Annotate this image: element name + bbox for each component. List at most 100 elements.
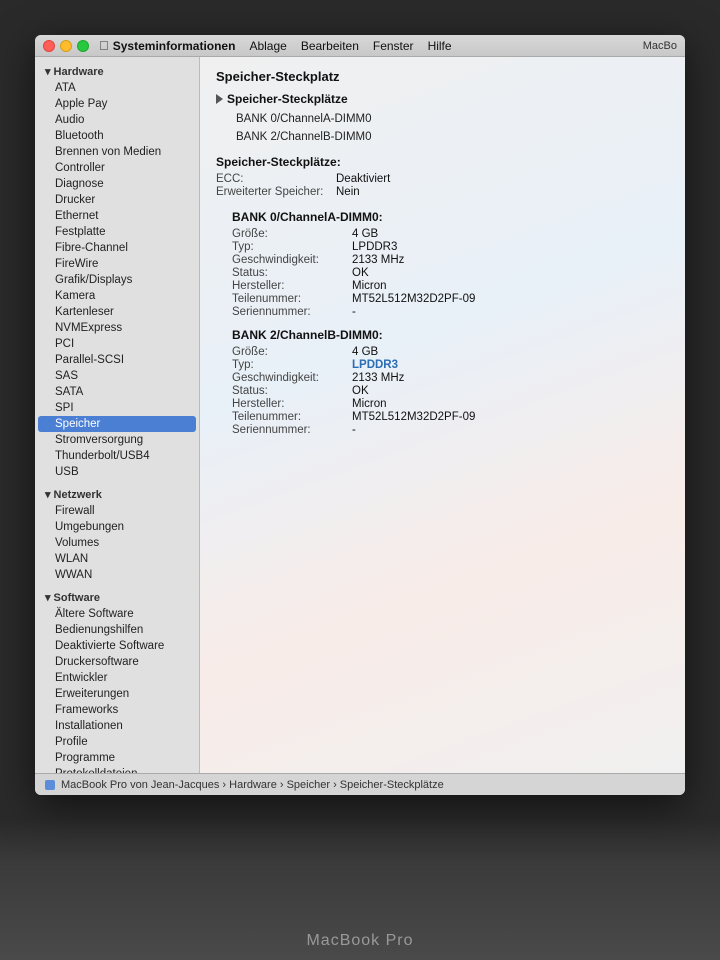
network-section-header: ▾Netzwerk <box>35 484 199 503</box>
sidebar-item-ata[interactable]: ATA <box>35 80 199 96</box>
sidebar-item-nvmexpress[interactable]: NVMExpress <box>35 320 199 336</box>
bank2-serial-row: Seriennummer: - <box>232 424 669 436</box>
sidebar-item-kartenleser[interactable]: Kartenleser <box>35 304 199 320</box>
sidebar-item-festplatte[interactable]: Festplatte <box>35 224 199 240</box>
bank0-part-value: MT52L512M32D2PF-09 <box>352 293 475 305</box>
status-bar: MacBook Pro von Jean-Jacques › Hardware … <box>35 773 685 795</box>
sidebar-item-installationen[interactable]: Installationen <box>35 718 199 734</box>
laptop-bottom: MacBook Pro <box>0 820 720 960</box>
sidebar-item-erweiterungen[interactable]: Erweiterungen <box>35 686 199 702</box>
ecc-label: ECC: <box>216 173 336 185</box>
sidebar: ▾Hardware ATA Apple Pay Audio Bluetooth … <box>35 57 200 773</box>
sidebar-item-volumes[interactable]: Volumes <box>35 535 199 551</box>
sidebar-item-stromversorgung[interactable]: Stromversorgung <box>35 432 199 448</box>
sidebar-item-deaktivierte[interactable]: Deaktivierte Software <box>35 638 199 654</box>
summary-title: Speicher-Steckplätze: <box>216 155 669 169</box>
sidebar-item-speicher[interactable]: Speicher <box>38 416 196 432</box>
sidebar-item-diagnose[interactable]: Diagnose <box>35 176 199 192</box>
bank0-manufacturer-row: Hersteller: Micron <box>232 280 669 292</box>
sidebar-item-sas[interactable]: SAS <box>35 368 199 384</box>
main-panel: Speicher-Steckplatz Speicher-Steckplätze… <box>200 57 685 773</box>
bank0-content: Größe: 4 GB Typ: LPDDR3 Geschwindigkeit:… <box>232 228 669 318</box>
bank0-speed-value: 2133 MHz <box>352 254 404 266</box>
menu-fenster[interactable]: Fenster <box>373 39 414 53</box>
sidebar-item-sata[interactable]: SATA <box>35 384 199 400</box>
menu-app-name[interactable]: Systeminformationen <box>113 39 236 53</box>
bank0-part-label: Teilenummer: <box>232 293 352 305</box>
sidebar-item-kamera[interactable]: Kamera <box>35 288 199 304</box>
sidebar-item-bedienungshilfen[interactable]: Bedienungshilfen <box>35 622 199 638</box>
apple-logo-icon[interactable]:  <box>99 38 109 53</box>
ecc-value: Deaktiviert <box>336 173 390 185</box>
sidebar-item-protokolldateien[interactable]: Protokolldateien <box>35 766 199 773</box>
sidebar-item-brennen[interactable]: Brennen von Medien <box>35 144 199 160</box>
sidebar-item-firewire[interactable]: FireWire <box>35 256 199 272</box>
sidebar-item-pci[interactable]: PCI <box>35 336 199 352</box>
bank2-speed-row: Geschwindigkeit: 2133 MHz <box>232 372 669 384</box>
page-title: Speicher-Steckplatz <box>216 69 669 84</box>
bank2-content: Größe: 4 GB Typ: LPDDR3 Geschwindigkeit:… <box>232 346 669 436</box>
bank2-size-label: Größe: <box>232 346 352 358</box>
bank0-size-row: Größe: 4 GB <box>232 228 669 240</box>
bank0-serial-row: Seriennummer: - <box>232 306 669 318</box>
bank0-status-row: Status: OK <box>232 267 669 279</box>
menu-bearbeiten[interactable]: Bearbeiten <box>301 39 359 53</box>
bank2-speed-value: 2133 MHz <box>352 372 404 384</box>
bank0-type-label: Typ: <box>232 241 352 253</box>
bank2-type-row: Typ: LPDDR3 <box>232 359 669 371</box>
hardware-section-header: ▾Hardware <box>35 61 199 80</box>
bank2-size-row: Größe: 4 GB <box>232 346 669 358</box>
bank2-part-row: Teilenummer: MT52L512M32D2PF-09 <box>232 411 669 423</box>
minimize-button[interactable] <box>60 40 72 52</box>
bank0-speed-row: Geschwindigkeit: 2133 MHz <box>232 254 669 266</box>
slots-subheader: Speicher-Steckplätze <box>216 92 669 106</box>
sidebar-item-entwickler[interactable]: Entwickler <box>35 670 199 686</box>
sidebar-item-profile[interactable]: Profile <box>35 734 199 750</box>
bank0-type-row: Typ: LPDDR3 <box>232 241 669 253</box>
bank2-speed-label: Geschwindigkeit: <box>232 372 352 384</box>
sidebar-item-frameworks[interactable]: Frameworks <box>35 702 199 718</box>
sidebar-item-fibre-channel[interactable]: Fibre-Channel <box>35 240 199 256</box>
sidebar-item-usb[interactable]: USB <box>35 464 199 480</box>
sidebar-item-aeltere-software[interactable]: Ältere Software <box>35 606 199 622</box>
sidebar-item-bluetooth[interactable]: Bluetooth <box>35 128 199 144</box>
status-bar-text: MacBook Pro von Jean-Jacques › Hardware … <box>61 779 444 791</box>
slot-list-item-1: BANK 2/ChannelB-DIMM0 <box>236 128 669 146</box>
sidebar-item-ethernet[interactable]: Ethernet <box>35 208 199 224</box>
bank2-manufacturer-label: Hersteller: <box>232 398 352 410</box>
sidebar-item-programme[interactable]: Programme <box>35 750 199 766</box>
bank0-serial-value: - <box>352 306 356 318</box>
sidebar-item-controller[interactable]: Controller <box>35 160 199 176</box>
sidebar-item-apple-pay[interactable]: Apple Pay <box>35 96 199 112</box>
sidebar-item-parallel-scsi[interactable]: Parallel-SCSI <box>35 352 199 368</box>
bank2-type-label: Typ: <box>232 359 352 371</box>
menu-ablage[interactable]: Ablage <box>249 39 286 53</box>
sidebar-item-grafik[interactable]: Grafik/Displays <box>35 272 199 288</box>
summary-group: Speicher-Steckplätze: ECC: Deaktiviert E… <box>216 155 669 198</box>
macos-window:  Systeminformationen Ablage Bearbeiten … <box>35 35 685 795</box>
bank0-status-value: OK <box>352 267 369 279</box>
bank2-status-label: Status: <box>232 385 352 397</box>
bank2-manufacturer-row: Hersteller: Micron <box>232 398 669 410</box>
close-button[interactable] <box>43 40 55 52</box>
sidebar-item-druckersoftware[interactable]: Druckersoftware <box>35 654 199 670</box>
menu-hilfe[interactable]: Hilfe <box>428 39 452 53</box>
bank2-status-row: Status: OK <box>232 385 669 397</box>
sidebar-item-wwan[interactable]: WWAN <box>35 567 199 583</box>
sidebar-item-thunderbolt[interactable]: Thunderbolt/USB4 <box>35 448 199 464</box>
bank0-manufacturer-label: Hersteller: <box>232 280 352 292</box>
sidebar-item-audio[interactable]: Audio <box>35 112 199 128</box>
extended-value: Nein <box>336 186 360 198</box>
menu-bar:  Systeminformationen Ablage Bearbeiten … <box>35 35 685 57</box>
sidebar-item-firewall[interactable]: Firewall <box>35 503 199 519</box>
bank2-serial-label: Seriennummer: <box>232 424 352 436</box>
sidebar-item-umgebungen[interactable]: Umgebungen <box>35 519 199 535</box>
triangle-icon <box>216 94 223 104</box>
sidebar-item-wlan[interactable]: WLAN <box>35 551 199 567</box>
maximize-button[interactable] <box>77 40 89 52</box>
sidebar-item-drucker[interactable]: Drucker <box>35 192 199 208</box>
bank0-serial-label: Seriennummer: <box>232 306 352 318</box>
bank0-speed-label: Geschwindigkeit: <box>232 254 352 266</box>
slot-list-item-0: BANK 0/ChannelA-DIMM0 <box>236 110 669 128</box>
sidebar-item-spi[interactable]: SPI <box>35 400 199 416</box>
